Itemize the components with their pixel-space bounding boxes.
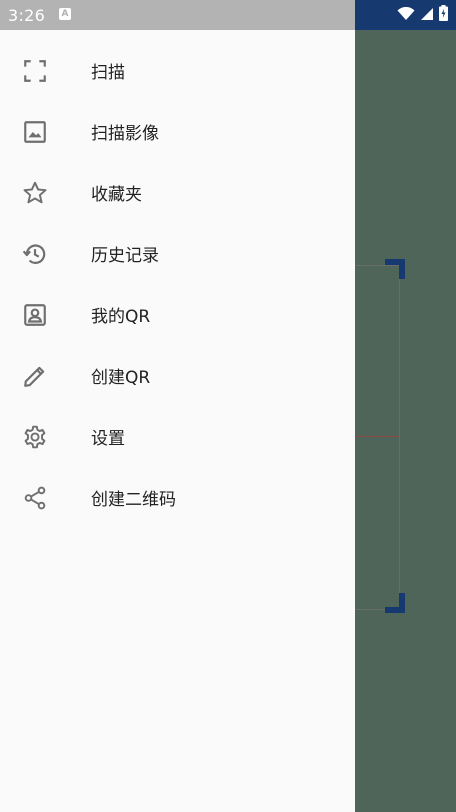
contact-card-icon bbox=[22, 302, 48, 328]
menu-item-label: 设置 bbox=[91, 429, 125, 449]
app-screen: 3:26 A 扫描 扫描影像 收藏夹 历史记录 我的QR 创建QR 设置 创建二… bbox=[0, 0, 456, 812]
battery-charging-icon bbox=[439, 5, 448, 25]
menu-item-history[interactable]: 历史记录 bbox=[0, 223, 355, 284]
status-bar-left bbox=[0, 0, 355, 30]
menu-item-scan[interactable]: 扫描 bbox=[0, 40, 355, 101]
status-bar: 3:26 A bbox=[0, 0, 456, 30]
menu-item-label: 创建二维码 bbox=[91, 490, 176, 510]
gear-icon bbox=[22, 424, 48, 450]
menu-item-label: 历史记录 bbox=[91, 246, 159, 266]
menu-item-label: 扫描影像 bbox=[91, 124, 159, 144]
history-icon bbox=[22, 241, 48, 267]
menu-item-favorites[interactable]: 收藏夹 bbox=[0, 162, 355, 223]
signal-icon bbox=[420, 6, 434, 25]
scan-frame-corner-bottom-right bbox=[385, 593, 405, 613]
status-icons bbox=[397, 5, 448, 25]
menu-item-my-qr[interactable]: 我的QR bbox=[0, 284, 355, 345]
menu-item-label: 创建QR bbox=[91, 368, 151, 388]
menu-item-label: 我的QR bbox=[91, 307, 151, 327]
scan-icon bbox=[22, 58, 48, 84]
menu-item-label: 收藏夹 bbox=[91, 185, 142, 205]
scan-line bbox=[355, 436, 399, 437]
menu-item-scan-image[interactable]: 扫描影像 bbox=[0, 101, 355, 162]
status-time: 3:26 bbox=[8, 6, 46, 25]
menu-item-create-qrcode[interactable]: 创建二维码 bbox=[0, 467, 355, 528]
scan-frame bbox=[355, 265, 400, 610]
notification-icon: A bbox=[59, 8, 71, 20]
navigation-drawer: 扫描 扫描影像 收藏夹 历史记录 我的QR 创建QR 设置 创建二维码 bbox=[0, 30, 355, 812]
drawer-menu: 扫描 扫描影像 收藏夹 历史记录 我的QR 创建QR 设置 创建二维码 bbox=[0, 40, 355, 528]
menu-item-create-qr[interactable]: 创建QR bbox=[0, 345, 355, 406]
menu-item-settings[interactable]: 设置 bbox=[0, 406, 355, 467]
scan-frame-corner-top-right bbox=[385, 259, 405, 279]
menu-item-label: 扫描 bbox=[91, 63, 125, 83]
star-icon bbox=[22, 180, 48, 206]
pencil-icon bbox=[22, 363, 48, 389]
share-icon bbox=[22, 485, 48, 511]
image-icon bbox=[22, 119, 48, 145]
wifi-icon bbox=[397, 6, 415, 25]
